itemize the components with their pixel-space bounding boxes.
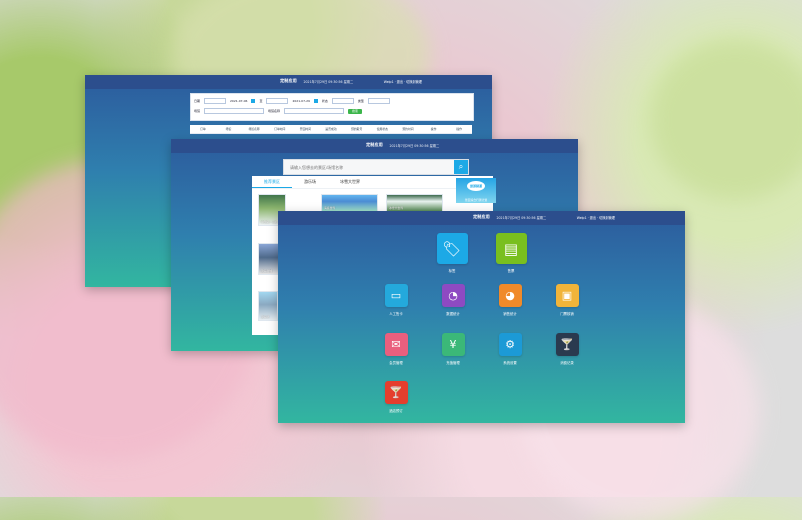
cocktail-icon: 🍸 xyxy=(555,333,579,356)
window-title: 定制应用 xyxy=(280,78,297,83)
chart-icon: ◕ xyxy=(498,284,522,307)
app-label: 数据统计 xyxy=(446,312,460,316)
table-header-cell: 场馆 xyxy=(225,127,232,131)
photo-label: 中国第一高塔 xyxy=(261,220,278,224)
app-gear[interactable]: ⚙ 系统设置 xyxy=(490,333,530,365)
attraction-photo[interactable]: 海底世界 xyxy=(321,194,378,212)
search-button[interactable]: 搜索 xyxy=(348,108,363,114)
app-label: 人工售卡 xyxy=(389,312,403,316)
app-label: 门票核销 xyxy=(560,312,574,316)
app-label: 酒店预订 xyxy=(389,409,403,413)
search-icon: ⌕ xyxy=(458,162,464,171)
table-header-cell: 订单时间 xyxy=(274,127,286,131)
app-label: 会员管理 xyxy=(389,361,403,365)
table-header-cell: 操作 xyxy=(456,127,463,131)
filter-panel: 日期 2021-07-06 至 2021-07-29 状态 类型 场馆 场馆名称… xyxy=(190,93,474,121)
start-date-input[interactable] xyxy=(204,98,227,104)
window-title: 定制应用 xyxy=(366,142,383,147)
end-date-input[interactable] xyxy=(266,98,289,104)
app-cocktail[interactable]: 🍸 消费记录 xyxy=(547,333,587,365)
front-app-window: 定制应用 2021年7月29日 09:30:56 星期二 Welp1 · 退出 … xyxy=(278,211,685,423)
search-bar: ⌕ xyxy=(283,159,469,175)
mail-icon: ✉ xyxy=(384,333,408,356)
ticket-icon: ▤ xyxy=(495,233,527,264)
filter-label-venue: 场馆 xyxy=(194,109,201,113)
app-mail[interactable]: ✉ 会员管理 xyxy=(376,333,416,365)
tag-icon: 🏷 xyxy=(436,233,468,264)
name-input[interactable] xyxy=(284,108,345,114)
clipboard-icon: ▣ xyxy=(555,284,579,307)
app-label: 消费记录 xyxy=(560,361,574,365)
filter-label-type: 类型 xyxy=(357,99,364,103)
type-select[interactable] xyxy=(367,98,390,104)
app-label: 售票 xyxy=(507,269,515,273)
table-header-cell: 使用状态 xyxy=(376,127,388,131)
app-label: 充值管理 xyxy=(446,361,460,365)
calendar-icon[interactable] xyxy=(251,99,256,103)
attraction-photo[interactable]: 滨海湾 xyxy=(258,291,278,321)
table-header-cell: 开园时间 xyxy=(299,127,311,131)
table-header: 订单 场馆 场馆名称 订单时间 开园时间 是否成功 预约取号 使用状态 预约时间… xyxy=(190,125,472,134)
app-ticket[interactable]: ▤ 售票 xyxy=(491,233,531,273)
filter-row-1: 日期 2021-07-06 至 2021-07-29 状态 类型 xyxy=(194,97,394,105)
drink-icon: 🍸 xyxy=(384,381,408,404)
venue-select[interactable] xyxy=(204,108,265,114)
photo-label: 冰雪大世界 xyxy=(389,206,403,210)
background-leaves xyxy=(650,40,802,200)
calendar-icon[interactable] xyxy=(313,99,318,103)
attraction-photo[interactable]: 滨海新城 xyxy=(258,243,280,275)
app-money[interactable]: ¥ 充值管理 xyxy=(433,333,473,365)
header-user[interactable]: Welp1 · 退出 · 切换到管理 xyxy=(384,79,422,84)
attraction-photo[interactable]: 冰雪大世界 xyxy=(386,194,443,212)
window-header: 定制应用 2021年7月29日 09:30:56 星期二 Welp1 · 退出 … xyxy=(278,211,685,225)
app-label: 销售统计 xyxy=(503,312,517,316)
window-header: 定制应用 2021年7月29日 09:30:56 星期二 xyxy=(171,139,578,153)
app-card[interactable]: ▭ 人工售卡 xyxy=(376,284,416,316)
filter-value-end: 2021-07-29 xyxy=(292,99,310,103)
card-icon: ▭ xyxy=(384,284,408,307)
app-pie[interactable]: ◔ 数据统计 xyxy=(433,284,473,316)
window-title: 定制应用 xyxy=(473,214,490,219)
search-button[interactable]: ⌕ xyxy=(454,160,468,174)
table-header-cell: 订单 xyxy=(200,127,206,131)
header-date: 2021年7月29日 09:30:56 星期二 xyxy=(496,216,547,220)
filter-label-name: 场馆名称 xyxy=(268,109,281,113)
money-icon: ¥ xyxy=(441,333,465,356)
header-user[interactable]: Welp1 · 退出 · 切换到管理 xyxy=(577,215,615,220)
filter-to: 至 xyxy=(259,99,263,103)
pie-icon: ◔ xyxy=(441,284,465,307)
tab-playground[interactable]: 游乐场 xyxy=(292,176,328,188)
window-header: 定制应用 2021年7月29日 09:30:56 星期二 Welp1 · 退出 … xyxy=(85,75,492,89)
table-header-cell: 预约取号 xyxy=(351,127,363,131)
filter-label-date: 日期 xyxy=(194,99,201,103)
table-header-cell: 是否成功 xyxy=(325,127,337,131)
filter-label-status: 状态 xyxy=(321,99,328,103)
promo-logo: 旅游频道 xyxy=(467,181,485,191)
search-input[interactable] xyxy=(284,160,454,174)
tab-recommended[interactable]: 推荐景区 xyxy=(252,176,292,188)
app-label: 系统设置 xyxy=(503,361,517,365)
tab-ice-world[interactable]: 冰雪大世界 xyxy=(328,176,372,188)
photo-label: 海底世界 xyxy=(324,206,336,210)
photo-label: 滨海新城 xyxy=(261,269,273,273)
filter-row-2: 场馆 场馆名称 搜索 xyxy=(194,107,366,115)
table-header-cell: 操作 xyxy=(430,127,437,131)
app-label: 标签 xyxy=(448,269,456,273)
table-header-cell: 场馆名称 xyxy=(248,127,260,131)
promo-card[interactable]: 旅游频道 景区综合行测计划 xyxy=(456,178,496,203)
app-chart[interactable]: ◕ 销售统计 xyxy=(490,284,530,316)
app-tag[interactable]: 🏷 标签 xyxy=(432,233,472,273)
filter-value-start: 2021-07-06 xyxy=(230,99,248,103)
header-date: 2021年7月29日 09:30:56 星期二 xyxy=(303,80,354,84)
app-drink[interactable]: 🍸 酒店预订 xyxy=(376,381,416,413)
gear-icon: ⚙ xyxy=(498,333,522,356)
status-select[interactable] xyxy=(331,98,354,104)
photo-label: 滨海湾 xyxy=(261,315,270,319)
table-header-cell: 预约时间 xyxy=(402,127,414,131)
promo-caption: 景区综合行测计划 xyxy=(464,198,488,202)
app-clipboard[interactable]: ▣ 门票核销 xyxy=(547,284,587,316)
header-date: 2021年7月29日 09:30:56 星期二 xyxy=(389,144,440,148)
